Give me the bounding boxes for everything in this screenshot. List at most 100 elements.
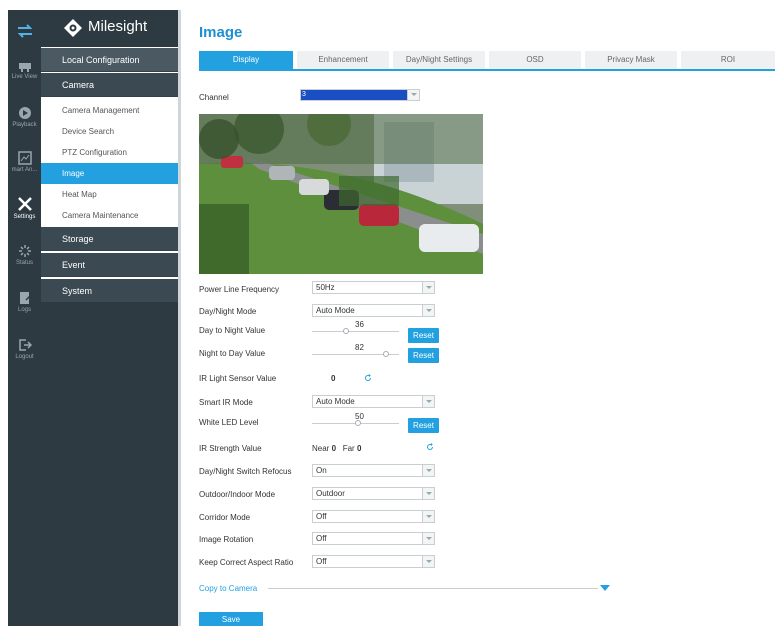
playback-icon [18,107,31,119]
image-rotation-value: Off [316,534,327,543]
chevron-down-icon [422,396,434,407]
reset-white-led-button[interactable]: Reset [408,418,439,433]
sidebar-background [41,302,178,626]
chevron-down-icon [422,305,434,316]
rail-label: Playback [12,122,37,128]
night-to-day-slider[interactable] [312,351,399,357]
power-line-select[interactable]: 50Hz [312,281,435,294]
day-night-mode-value: Auto Mode [316,306,355,315]
sidebar-camera[interactable]: Camera [41,73,178,97]
logout-icon [18,339,32,351]
tab-osd[interactable]: OSD [489,51,581,69]
rail-label: mart An... [11,167,38,173]
tab-bar: Display Enhancement Day/Night Settings O… [199,51,775,69]
slider-handle[interactable] [343,328,349,334]
refocus-label: Day/Night Switch Refocus [199,467,292,476]
smart-ir-select[interactable]: Auto Mode [312,395,435,408]
smart-ir-value: Auto Mode [316,397,355,406]
brand-logo: Milesight [41,10,178,47]
ir-strength-values: Near 0 Far 0 [312,444,362,453]
outdoor-indoor-value: Outdoor [316,489,345,498]
tab-roi[interactable]: ROI [681,51,775,69]
chevron-down-icon [422,556,434,567]
sidebar-item-heat-map[interactable]: Heat Map [41,184,178,205]
day-to-night-label: Day to Night Value [199,326,266,335]
rail-swap[interactable] [8,24,41,40]
chevron-down-icon [422,511,434,522]
smart-ir-label: Smart IR Mode [199,398,253,407]
save-button[interactable]: Save [199,612,263,626]
rail-label: Live View [11,74,38,80]
chevron-down-icon [422,533,434,544]
rail-live-view[interactable]: Live View [8,60,41,80]
ir-sensor-value: 0 [331,374,336,383]
refresh-icon[interactable] [426,443,434,451]
icon-rail: Live View Playback mart An... Settings S… [8,10,41,626]
rail-logout[interactable]: Logout [8,338,41,360]
rail-label: Logout [15,354,34,360]
sidebar-event[interactable]: Event [41,253,178,277]
corridor-mode-select[interactable]: Off [312,510,435,523]
channel-label: Channel [199,93,229,102]
milesight-logo-icon [64,19,82,37]
slider-handle[interactable] [383,351,389,357]
day-to-night-value: 36 [355,320,364,329]
chevron-down-icon[interactable] [600,585,610,591]
image-rotation-select[interactable]: Off [312,532,435,545]
smart-analytics-icon [17,151,32,165]
sidebar: Milesight Local Configuration Camera Cam… [41,10,178,626]
brand-name: Milesight [88,18,148,35]
sidebar-item-camera-management[interactable]: Camera Management [41,100,178,121]
sidebar-system[interactable]: System [41,279,178,303]
sidebar-item-device-search[interactable]: Device Search [41,121,178,142]
power-line-label: Power Line Frequency [199,285,280,294]
rail-status[interactable]: Status [8,244,41,266]
copy-divider [268,588,598,589]
sidebar-local-configuration[interactable]: Local Configuration [41,48,178,72]
settings-icon [17,197,32,211]
rail-label: Logs [17,307,31,313]
chevron-down-icon [422,488,434,499]
refresh-icon[interactable] [364,374,372,382]
tab-privacy-mask[interactable]: Privacy Mask [585,51,677,69]
night-to-day-value: 82 [355,343,364,352]
ir-sensor-label: IR Light Sensor Value [199,374,277,383]
sidebar-storage[interactable]: Storage [41,227,178,251]
camera-preview-image [199,114,483,274]
live-view-icon [18,63,31,72]
aspect-ratio-label: Keep Correct Aspect Ratio [199,558,294,567]
copy-to-camera-link[interactable]: Copy to Camera [199,584,257,593]
ir-strength-label: IR Strength Value [199,444,262,453]
rail-playback[interactable]: Playback [8,106,41,128]
slider-handle[interactable] [355,420,361,426]
sidebar-item-ptz-configuration[interactable]: PTZ Configuration [41,142,178,163]
rail-logs[interactable]: Logs [8,291,41,313]
corridor-mode-label: Corridor Mode [199,513,251,522]
aspect-ratio-select[interactable]: Off [312,555,435,568]
day-to-night-slider[interactable] [312,328,399,334]
rail-smart-analytics[interactable]: mart An... [8,151,41,173]
tab-underline [199,69,775,71]
status-icon [18,245,31,257]
power-line-value: 50Hz [316,283,335,292]
image-rotation-label: Image Rotation [199,535,254,544]
rail-settings[interactable]: Settings [8,196,41,220]
chevron-down-icon [422,282,434,293]
white-led-slider[interactable] [312,420,399,426]
logs-icon [19,292,31,304]
reset-day-to-night-button[interactable]: Reset [408,328,439,343]
refocus-select[interactable]: On [312,464,435,477]
reset-night-to-day-button[interactable]: Reset [408,348,439,363]
day-night-mode-select[interactable]: Auto Mode [312,304,435,317]
aspect-ratio-value: Off [316,557,327,566]
sidebar-item-camera-maintenance[interactable]: Camera Maintenance [41,205,178,226]
channel-value: 3 [301,90,408,100]
tab-day-night-settings[interactable]: Day/Night Settings [393,51,485,69]
tab-display[interactable]: Display [199,51,293,69]
outdoor-indoor-select[interactable]: Outdoor [312,487,435,500]
tab-enhancement[interactable]: Enhancement [297,51,389,69]
channel-select[interactable]: 3 [300,89,420,101]
sidebar-item-image[interactable]: Image [41,163,178,184]
refocus-value: On [316,466,327,475]
night-to-day-label: Night to Day Value [199,349,266,358]
